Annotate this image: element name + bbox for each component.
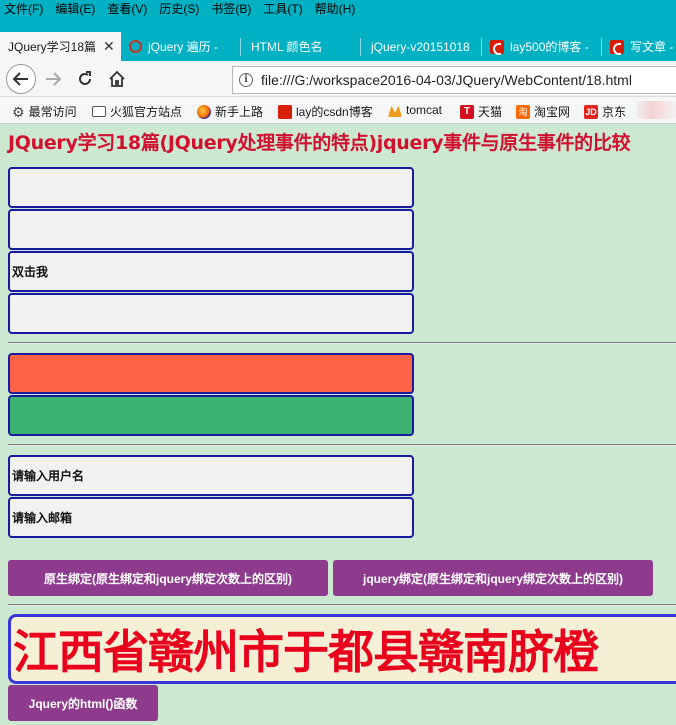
taobao-icon: 淘 [516, 104, 530, 119]
bookmark-jd[interactable]: JD 京东 [584, 103, 626, 120]
tab-label: HTML 颜色名 [251, 40, 323, 54]
menu-view[interactable]: 查看(V) [107, 1, 147, 17]
blurred-overlay [636, 101, 676, 119]
username-box[interactable]: 请输入用户名 [8, 455, 414, 496]
bookmark-taobao[interactable]: 淘 淘宝网 [516, 103, 570, 120]
tab-jquery-traversal[interactable]: jQuery 遍历 - [121, 32, 241, 61]
csdn-icon [278, 104, 292, 119]
double-click-box[interactable]: 双击我 [8, 251, 414, 292]
menu-file[interactable]: 文件(F) [4, 1, 43, 17]
page-title: JQuery学习18篇(JQuery处理事件的特点)jquery事件与原生事件的… [8, 132, 631, 154]
bookmark-tmall[interactable]: T 天猫 [460, 103, 502, 120]
bookmark-firefox-official[interactable]: 火狐官方站点 [92, 103, 182, 120]
navigation-bar: i file:///G:/workspace2016-04-03/JQuery/… [0, 61, 676, 97]
menu-history[interactable]: 历史(S) [159, 1, 199, 17]
reload-button[interactable] [72, 66, 98, 92]
home-button[interactable] [104, 66, 130, 92]
bookmark-lay-csdn-blog[interactable]: lay的csdn博客 [278, 103, 373, 120]
html-function-button[interactable]: Jquery的html()函数 [8, 685, 158, 721]
tab-strip: JQuery学习18篇 ✕ jQuery 遍历 - HTML 颜色名 jQuer… [0, 31, 676, 61]
tab-jquery-version[interactable]: jQuery-v20151018 [361, 32, 482, 61]
info-icon[interactable]: i [239, 73, 253, 87]
orange-text: 江西省赣州市于都县赣南脐橙 [13, 625, 599, 679]
bookmark-label: 新手上路 [215, 105, 264, 119]
tab-lay500-blog[interactable]: lay500的博客 - [482, 32, 602, 61]
address-bar[interactable]: i file:///G:/workspace2016-04-03/JQuery/… [232, 66, 676, 94]
jquery-icon [129, 40, 142, 53]
tab-label: 写文章 - [630, 40, 674, 54]
event-box-2[interactable] [8, 209, 414, 250]
bookmark-label: tomcat [406, 103, 443, 117]
arrow-left-icon [12, 72, 28, 86]
firefox-icon [197, 104, 211, 119]
divider [8, 604, 676, 606]
green-box[interactable] [8, 395, 414, 436]
tab-label: jQuery-v20151018 [371, 39, 470, 54]
tab-write-article[interactable]: 写文章 - [602, 32, 676, 61]
menu-edit[interactable]: 编辑(E) [55, 1, 95, 17]
bookmark-label: 淘宝网 [534, 105, 571, 119]
bookmark-most-visited[interactable]: ⚙ 最常访问 [12, 103, 77, 120]
jquery-bind-button[interactable]: jquery绑定(原生绑定和jquery绑定次数上的区别) [333, 560, 653, 596]
bookmark-getting-started[interactable]: 新手上路 [197, 103, 263, 120]
native-bind-button[interactable]: 原生绑定(原生绑定和jquery绑定次数上的区别) [8, 560, 328, 596]
tab-label: lay500的博客 - [510, 40, 589, 54]
tab-html-color-names[interactable]: HTML 颜色名 [241, 32, 361, 61]
back-button[interactable] [6, 64, 36, 94]
tab-label: JQuery学习18篇 [8, 40, 96, 54]
orange-text-box: 江西省赣州市于都县赣南脐橙 [8, 614, 676, 684]
tab-label: jQuery 遍历 - [148, 40, 219, 54]
forward-button[interactable] [40, 66, 66, 92]
jd-icon: JD [584, 104, 598, 119]
csdn-icon [490, 39, 504, 55]
tmall-icon: T [460, 104, 474, 119]
tab-jquery-lesson-18[interactable]: JQuery学习18篇 ✕ [0, 32, 121, 61]
bookmarks-bar: ⚙ 最常访问 火狐官方站点 新手上路 lay的csdn博客 tomcat T 天… [0, 97, 676, 124]
bookmark-label: lay的csdn博客 [296, 105, 373, 119]
url-text: file:///G:/workspace2016-04-03/JQuery/We… [261, 72, 632, 88]
event-box-1[interactable] [8, 167, 414, 208]
menu-bookmarks[interactable]: 书签(B) [211, 1, 251, 17]
home-icon [109, 70, 125, 87]
gear-icon: ⚙ [12, 103, 25, 120]
bookmark-label: 京东 [602, 105, 627, 119]
menu-bar: 文件(F) 编辑(E) 查看(V) 历史(S) 书签(B) 工具(T) 帮助(H… [0, 0, 676, 31]
tomcat-icon [388, 105, 402, 117]
red-box[interactable] [8, 353, 414, 394]
page-content: JQuery学习18篇(JQuery处理事件的特点)jquery事件与原生事件的… [0, 124, 676, 725]
close-icon[interactable]: ✕ [103, 38, 115, 55]
email-box[interactable]: 请输入邮箱 [8, 497, 414, 538]
divider [8, 342, 676, 344]
csdn-icon [610, 39, 624, 55]
divider [8, 444, 676, 446]
folder-icon [92, 106, 106, 117]
reload-icon [79, 71, 91, 85]
arrow-right-icon [46, 72, 62, 86]
menu-help[interactable]: 帮助(H) [315, 1, 356, 17]
menu-tools[interactable]: 工具(T) [263, 1, 302, 17]
bookmark-tomcat[interactable]: tomcat [388, 103, 442, 117]
bookmark-label: 天猫 [478, 105, 503, 119]
event-box-4[interactable] [8, 293, 414, 334]
bookmark-label: 最常访问 [28, 105, 77, 119]
bookmark-label: 火狐官方站点 [110, 105, 183, 119]
